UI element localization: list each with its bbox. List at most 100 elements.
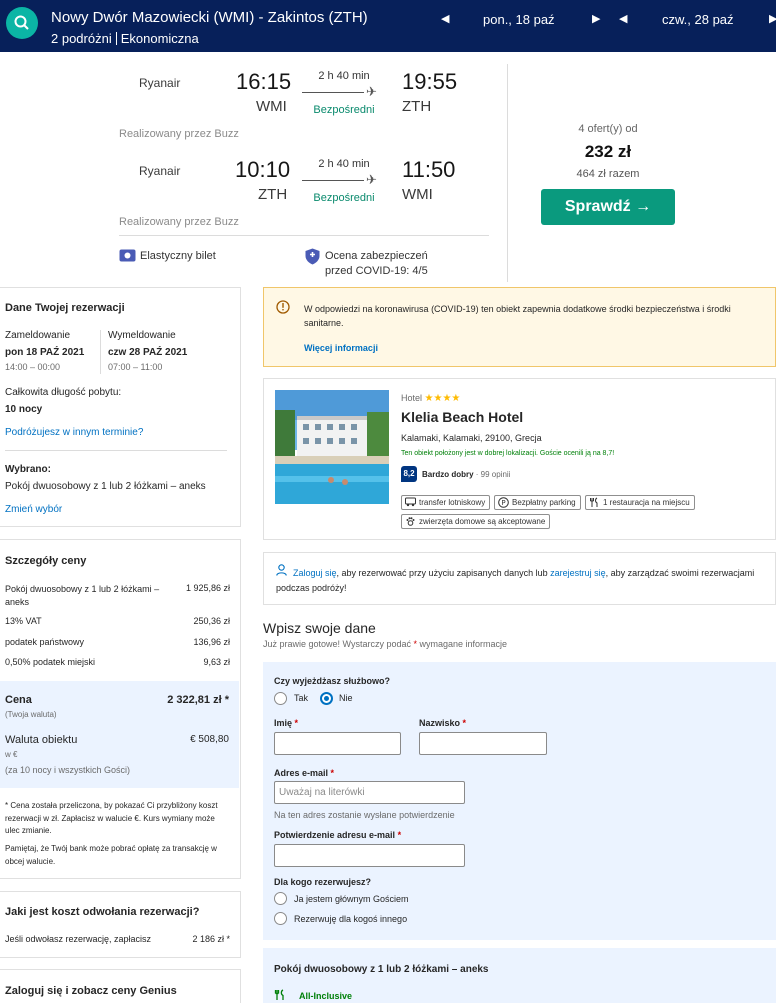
cancellation-title: Jaki jest koszt odwołania rezerwacji?: [5, 906, 200, 918]
price-row: Pokój dwuosobowy z 1 lub 2 łóżkami – ane…: [5, 583, 230, 609]
cabin-class: Ekonomiczna: [120, 31, 199, 46]
covid-notice-text: W odpowiedzi na koronawirusa (COVID-19) …: [304, 304, 731, 328]
review-summary: Bardzo dobry · 99 opinii: [422, 470, 510, 479]
change-selection-link[interactable]: Zmień wybór: [5, 504, 62, 515]
outbound-dep-time: 16:15: [236, 69, 292, 94]
email-confirm-label-text: Potwierdzenie adresu e-mail: [274, 830, 396, 840]
other-guest-radio[interactable]: [274, 912, 287, 925]
booking-for-question: Dla kogo rezerwujesz?: [274, 877, 372, 887]
hotel-photo[interactable]: [275, 390, 389, 504]
inbound-route-line: [302, 180, 364, 181]
covid-rating: Ocena zabezpieczeń przed COVID-19: 4/5: [325, 249, 428, 279]
hotel-name[interactable]: Klelia Beach Hotel: [401, 409, 523, 425]
star-rating-icon: ★★★★: [424, 393, 461, 404]
cancellation-text: Jeśli odwołasz rezerwację, zapłacisz: [5, 934, 152, 944]
depart-date[interactable]: pon., 18 paź: [483, 12, 555, 27]
selected-room: Pokój dwuosobowy z 1 lub 2 łóżkami – ane…: [5, 481, 206, 492]
divider: [100, 330, 101, 374]
prev-depart-date-icon[interactable]: ◀: [441, 12, 449, 25]
inbound-airline: Ryanair: [139, 164, 181, 178]
outbound-operator: Realizowany przez Buzz: [119, 128, 239, 140]
inbound-dep-code: ZTH: [258, 186, 288, 203]
outbound-stops: Bezpośredni: [313, 104, 375, 116]
total-price-label: Cena: [5, 694, 32, 706]
bank-fee-note: Pamiętaj, że Twój bank może pobrać opłat…: [5, 844, 217, 866]
paw-icon: [405, 516, 416, 531]
inbound-stops: Bezpośredni: [313, 192, 375, 204]
currency-conversion-note: * Cena została przeliczona, by pokazać C…: [5, 801, 218, 835]
email-confirm-input[interactable]: [274, 844, 465, 867]
genius-panel[interactable]: Zaloguj się i zobacz ceny Genius: [0, 969, 241, 1003]
last-name-input[interactable]: [419, 732, 547, 755]
first-name-label-text: Imię: [274, 718, 293, 728]
outbound-airline: Ryanair: [139, 76, 181, 90]
outbound-arr-code: ZTH: [402, 98, 432, 115]
checkin-date: pon 18 PAŹ 2021: [5, 347, 85, 358]
business-no-radio[interactable]: [320, 692, 333, 705]
required-star: *: [397, 830, 402, 840]
email-confirm-label: Potwierdzenie adresu e-mail *: [274, 830, 401, 840]
room-title: Pokój dwuosobowy z 1 lub 2 łóżkami – ane…: [274, 964, 489, 975]
outbound-route-line: [302, 92, 364, 93]
checkout-time: 07:00 – 11:00: [108, 362, 163, 372]
inbound-duration: 2 h 40 min: [318, 158, 370, 170]
property-currency-label: Waluta obiektu: [5, 734, 78, 746]
travellers-cabin[interactable]: 2 podróżni Ekonomiczna: [51, 31, 199, 46]
covid-notice: W odpowiedzi na koronawirusa (COVID-19) …: [263, 287, 776, 367]
email-input[interactable]: Uważaj na literówki: [274, 781, 465, 804]
divider: [5, 450, 227, 451]
form-title: Wpisz swoje dane: [263, 620, 376, 636]
return-date[interactable]: czw., 28 paź: [662, 12, 734, 27]
guest-details-form: Czy wyjeżdżasz służbowo? Tak Nie Imię * …: [263, 662, 776, 940]
offers-count: 4 ofert(y) od: [578, 123, 638, 135]
route-title[interactable]: Nowy Dwór Mazowiecki (WMI) - Zakintos (Z…: [51, 9, 368, 26]
price-row: 13% VAT 250,36 zł: [5, 616, 230, 626]
search-icon[interactable]: [6, 7, 38, 39]
review-score-label: Bardzo dobry: [422, 470, 474, 479]
register-link[interactable]: zarejestruj się: [550, 568, 606, 578]
booking-details-panel: Dane Twojej rezerwacji Zameldowanie pon …: [0, 287, 241, 527]
inbound-dep-time: 10:10: [235, 157, 291, 182]
main-guest-radio[interactable]: [274, 892, 287, 905]
property-currency-sub: w €: [5, 750, 18, 759]
divider: [507, 64, 508, 282]
property-currency-note: (za 10 nocy i wszystkich Gości): [5, 765, 131, 775]
review-count: · 99 opinii: [475, 470, 511, 479]
business-yes-radio[interactable]: [274, 692, 287, 705]
review-score: 8,2: [401, 466, 417, 482]
price-row-value: 1 925,86 zł: [185, 583, 230, 593]
plane-icon: ✈: [366, 172, 377, 187]
check-flight-button[interactable]: Sprawdź →: [541, 189, 675, 225]
total-price-area: Cena 2 322,81 zł * (Twoja waluta) Waluta…: [0, 681, 239, 788]
form-subtitle: Już prawie gotowe! Wystarczy podać * wym…: [263, 639, 507, 649]
facility-restaurant: 1 restauracja na miejscu: [585, 495, 695, 510]
next-return-date-icon[interactable]: ▶: [769, 12, 776, 25]
board-type: All-Inclusive: [299, 991, 353, 1001]
more-info-link[interactable]: Więcej informacji: [304, 343, 378, 353]
flexible-ticket: Elastyczny bilet: [140, 250, 216, 262]
cancellation-value: 2 186 zł *: [192, 934, 230, 944]
cutlery-icon: [274, 989, 286, 1003]
inbound-arr-code: WMI: [402, 186, 433, 203]
info-icon: [276, 300, 290, 317]
checkout-label: Wymeldowanie: [108, 330, 176, 341]
price-row-value: 136,96 zł: [193, 637, 230, 647]
facility-pets: zwierzęta domowe są akceptowane: [401, 514, 551, 531]
signin-link[interactable]: Zaloguj się: [293, 568, 337, 578]
business-trip-question: Czy wyjeżdżasz służbowo?: [274, 676, 391, 686]
first-name-input[interactable]: [274, 732, 401, 755]
shuttle-icon: [405, 497, 416, 511]
outbound-duration: 2 h 40 min: [318, 70, 370, 82]
price-row-value: 250,36 zł: [193, 616, 230, 626]
outbound-dep-code: WMI: [256, 98, 287, 115]
svg-text:P: P: [501, 499, 505, 507]
other-dates-link[interactable]: Podróżujesz w innym terminie?: [5, 427, 143, 438]
inbound-operator: Realizowany przez Buzz: [119, 216, 239, 228]
facility-airport-transfer: transfer lotniskowy: [401, 495, 491, 511]
covid-rating-line1: Ocena zabezpieczeń: [325, 250, 428, 262]
required-star: *: [294, 718, 299, 728]
prev-return-date-icon[interactable]: ◀: [619, 12, 627, 25]
next-depart-date-icon[interactable]: ▶: [592, 12, 600, 25]
price-row: 0,50% podatek miejski 9,63 zł: [5, 657, 230, 667]
last-name-label: Nazwisko *: [419, 718, 466, 728]
